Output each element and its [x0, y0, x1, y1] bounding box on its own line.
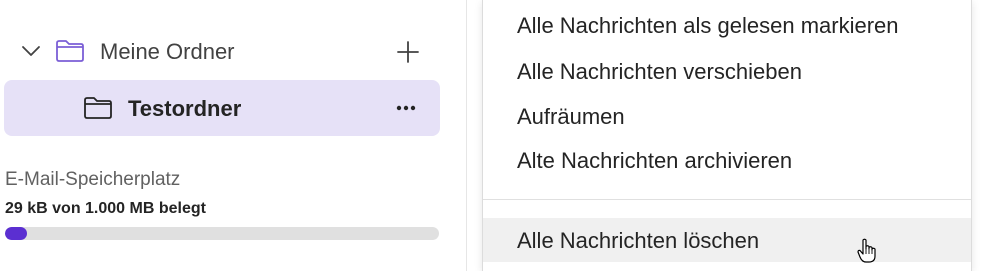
more-horizontal-icon[interactable] — [392, 98, 420, 118]
menu-item-label: Alte Nachrichten archivieren — [517, 148, 793, 173]
storage-title: E-Mail-Speicherplatz — [5, 169, 181, 190]
menu-item-move-all[interactable]: Alle Nachrichten verschieben — [483, 49, 971, 93]
menu-item-label: Alle Nachrichten als gelesen markieren — [517, 13, 899, 38]
folder-context-menu: Alle Nachrichten als gelesen markieren A… — [482, 0, 972, 271]
mail-app-view: Meine Ordner Testordner E-Mail-Speicherp… — [0, 0, 985, 271]
folder-item-testordner[interactable]: Testordner — [4, 80, 440, 136]
folder-pane: Meine Ordner Testordner E-Mail-Speicherp… — [0, 0, 466, 271]
menu-divider — [483, 199, 971, 200]
menu-item-label: Alle Nachrichten verschieben — [517, 59, 802, 84]
menu-item-label: Aufräumen — [517, 104, 625, 129]
menu-item-sweep[interactable]: Aufräumen — [483, 94, 971, 138]
menu-item-delete-all[interactable]: Alle Nachrichten löschen — [483, 218, 971, 262]
folder-icon — [84, 97, 112, 119]
menu-item-mark-all-read[interactable]: Alle Nachrichten als gelesen markieren — [483, 3, 971, 47]
folder-label: Testordner — [128, 96, 242, 121]
plus-icon[interactable] — [396, 40, 420, 64]
menu-item-label: Alle Nachrichten löschen — [517, 228, 760, 253]
storage-progress-bar — [5, 227, 439, 240]
folder-icon — [56, 40, 84, 62]
folder-item-meine-ordner[interactable]: Meine Ordner — [4, 24, 440, 80]
storage-progress-fill — [5, 227, 27, 240]
pane-divider — [466, 0, 467, 271]
folder-label: Meine Ordner — [100, 39, 235, 64]
hand-pointer-icon — [857, 238, 876, 263]
chevron-down-icon[interactable] — [20, 40, 42, 62]
menu-item-archive-old[interactable]: Alte Nachrichten archivieren — [483, 138, 971, 182]
storage-used-text: 29 kB von 1.000 MB belegt — [5, 200, 206, 217]
